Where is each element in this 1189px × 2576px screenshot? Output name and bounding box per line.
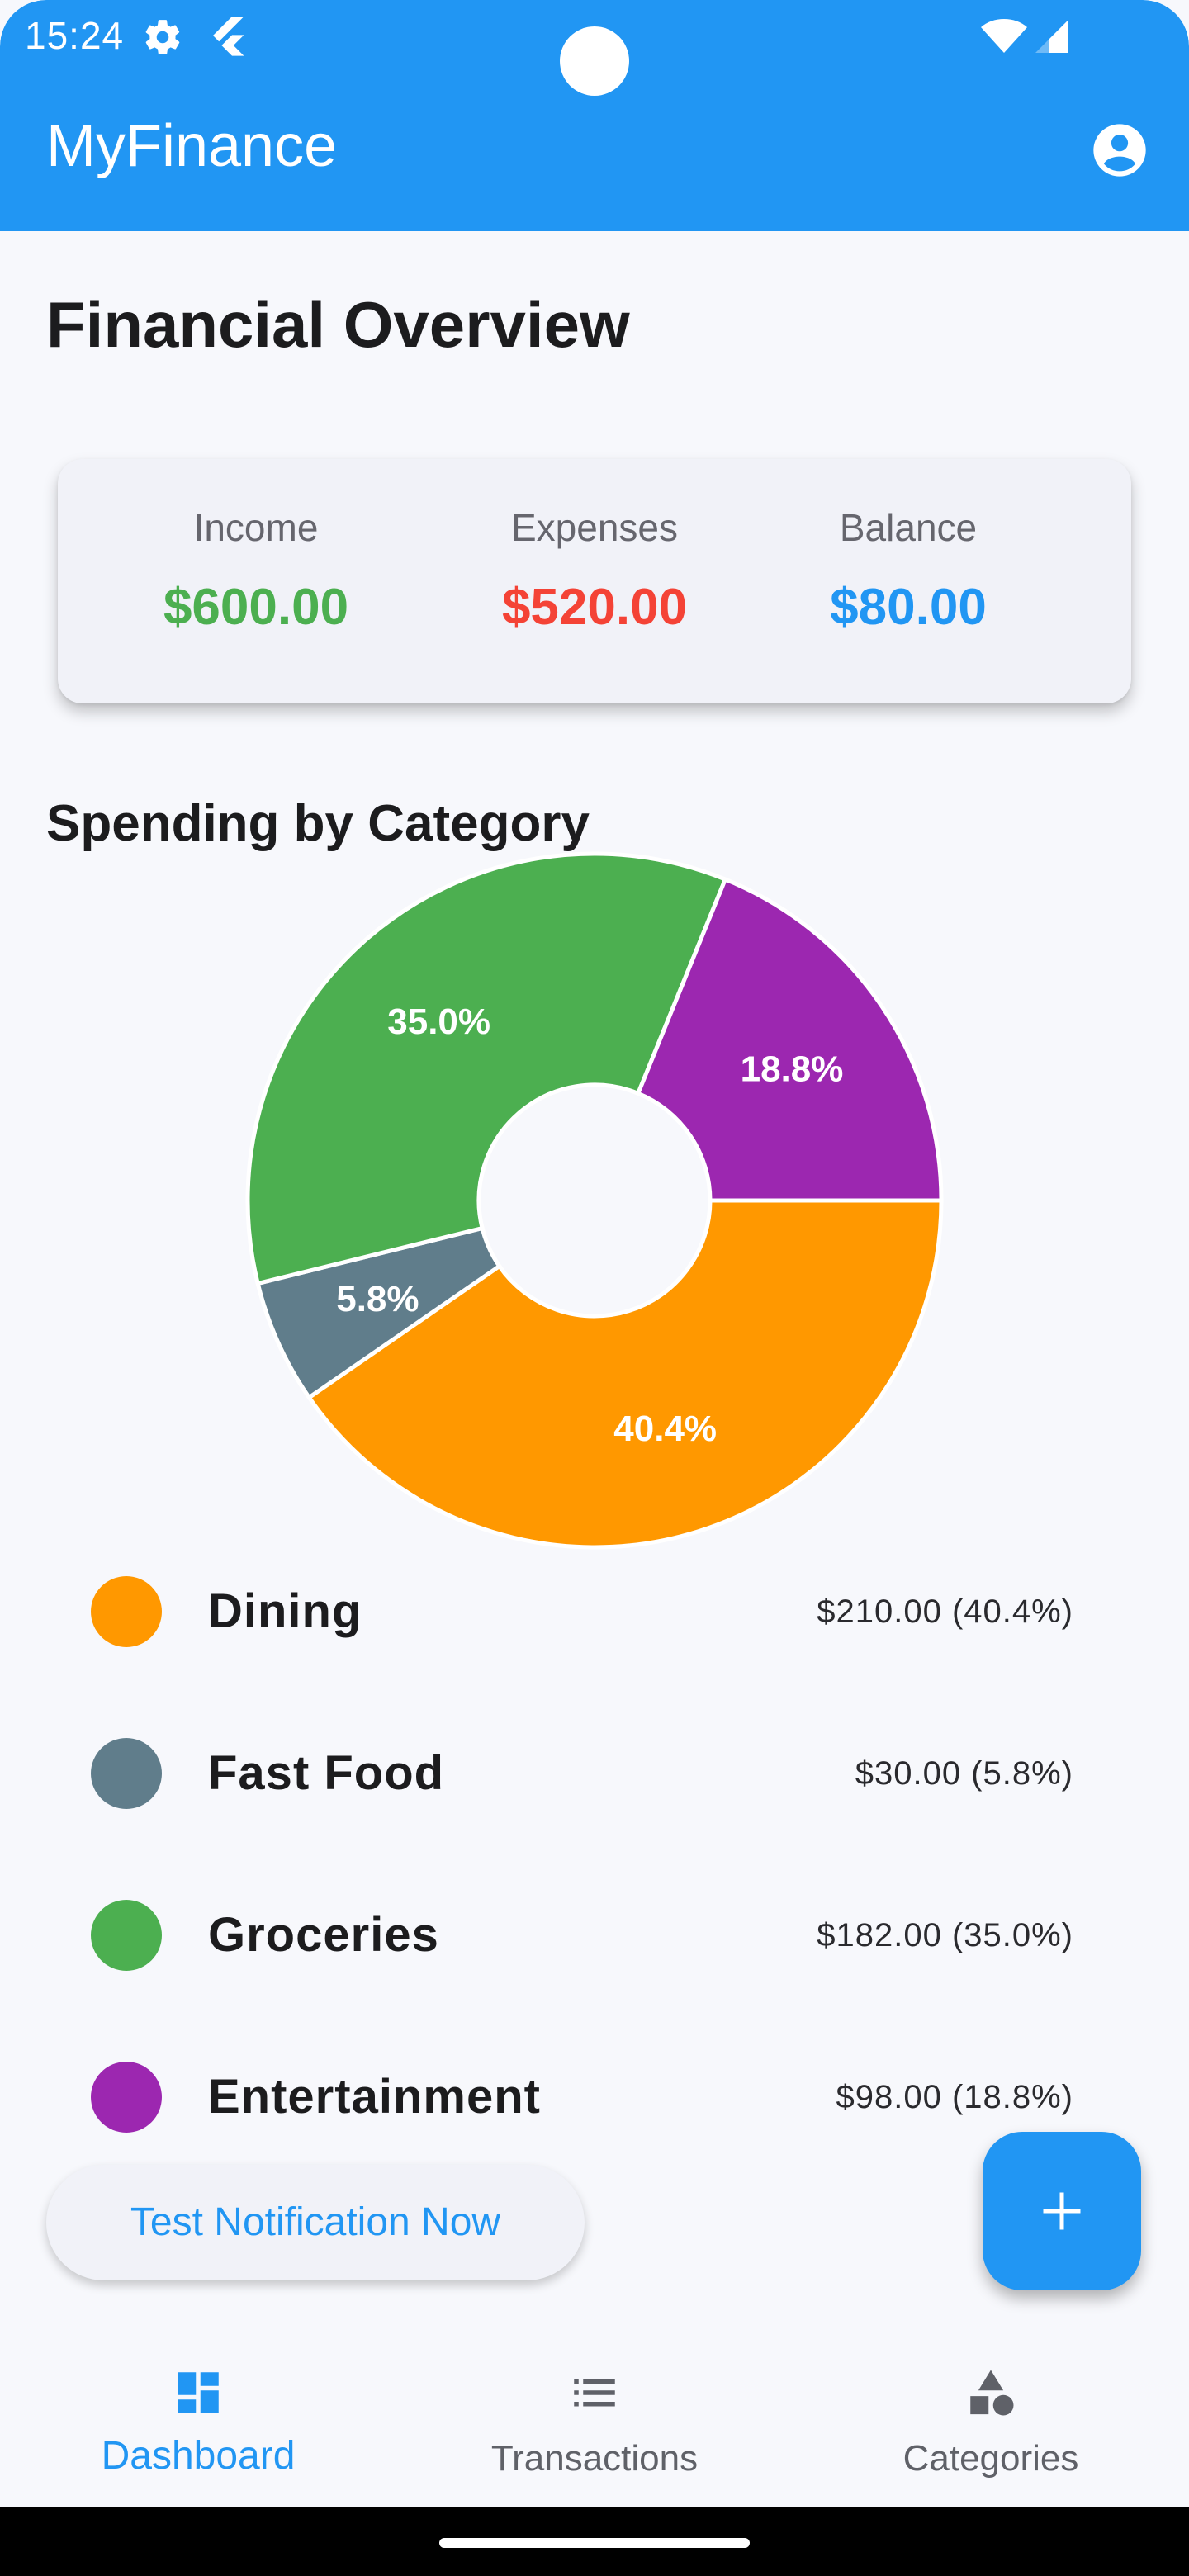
expenses-label: Expenses bbox=[510, 506, 678, 549]
legend-row-dining: Dining $210.00 (40.4%) bbox=[0, 1562, 1189, 1661]
legend-row-fast-food: Fast Food $30.00 (5.8%) bbox=[0, 1724, 1189, 1823]
fast-food-color-dot bbox=[91, 1738, 162, 1809]
category-shapes-icon bbox=[970, 2370, 1014, 2416]
pie-label-fast-food: 5.8% bbox=[336, 1279, 419, 1319]
balance-value: $80.00 bbox=[830, 579, 987, 636]
nav-label: Transactions bbox=[490, 2438, 699, 2479]
legend-name: Dining bbox=[208, 1584, 362, 1638]
income-label: Income bbox=[193, 506, 319, 549]
status-time: 15:24 bbox=[25, 14, 125, 57]
entertainment-color-dot bbox=[91, 2062, 162, 2133]
wifi-icon bbox=[981, 19, 1027, 53]
dining-color-dot bbox=[91, 1576, 162, 1647]
balance-summary: Balance $80.00 bbox=[801, 505, 1016, 637]
balance-label: Balance bbox=[839, 506, 978, 549]
signal-icon bbox=[1035, 20, 1068, 53]
flutter-icon bbox=[213, 17, 244, 56]
groceries-color-dot bbox=[91, 1900, 162, 1971]
income-value: $600.00 bbox=[163, 579, 349, 636]
dashboard-icon bbox=[178, 2372, 219, 2413]
pie-label-groceries: 35.0% bbox=[387, 1002, 490, 1042]
legend-value: $30.00 (5.8%) bbox=[855, 1755, 1073, 1792]
app-bar: 15:24 MyFinance bbox=[0, 0, 1189, 231]
income-summary: Income $600.00 bbox=[132, 505, 380, 637]
pie-label-entertainment: 18.8% bbox=[741, 1049, 844, 1089]
expenses-value: $520.00 bbox=[501, 579, 688, 636]
home-gesture-handle[interactable] bbox=[439, 2538, 750, 2548]
page-title: Financial Overview bbox=[46, 288, 630, 361]
plus-icon bbox=[1043, 2192, 1081, 2230]
legend-row-groceries: Groceries $182.00 (35.0%) bbox=[0, 1886, 1189, 1985]
legend-value: $98.00 (18.8%) bbox=[836, 2079, 1073, 2115]
legend-name: Groceries bbox=[208, 1908, 439, 1962]
legend-value: $210.00 (40.4%) bbox=[817, 1593, 1073, 1630]
legend-value: $182.00 (35.0%) bbox=[817, 1917, 1073, 1953]
section-title: Spending by Category bbox=[46, 795, 590, 852]
bottom-navigation: Dashboard Transactions Categories bbox=[0, 2337, 1189, 2507]
summary-card: Income $600.00 Expenses $520.00 Balance … bbox=[58, 459, 1131, 703]
camera-cutout bbox=[560, 26, 629, 96]
nav-label: Dashboard bbox=[101, 2434, 296, 2478]
legend-row-entertainment: Entertainment $98.00 (18.8%) bbox=[0, 2048, 1189, 2147]
account-circle-icon[interactable] bbox=[1088, 119, 1151, 182]
gear-icon bbox=[145, 20, 180, 54]
status-bar: 15:24 bbox=[0, 0, 1189, 96]
test-notification-button[interactable]: Test Notification Now bbox=[46, 2165, 585, 2280]
app-screen: 15:24 MyFinance Financial Overview Incom… bbox=[0, 0, 1189, 2576]
pie-label-dining: 40.4% bbox=[613, 1409, 717, 1449]
expenses-summary: Expenses $520.00 bbox=[471, 505, 718, 637]
spending-pie-chart: 40.4% 5.8% 35.0% 18.8% bbox=[245, 851, 944, 1550]
legend-name: Fast Food bbox=[208, 1746, 445, 1800]
system-gesture-bar bbox=[0, 2507, 1189, 2576]
nav-transactions[interactable]: Transactions bbox=[396, 2337, 793, 2507]
legend-name: Entertainment bbox=[208, 2070, 541, 2124]
nav-categories[interactable]: Categories bbox=[793, 2337, 1189, 2507]
add-transaction-fab[interactable] bbox=[983, 2132, 1141, 2290]
list-icon bbox=[574, 2379, 615, 2407]
nav-label: Categories bbox=[902, 2438, 1079, 2479]
nav-dashboard[interactable]: Dashboard bbox=[0, 2337, 396, 2507]
app-title: MyFinance bbox=[46, 113, 338, 179]
